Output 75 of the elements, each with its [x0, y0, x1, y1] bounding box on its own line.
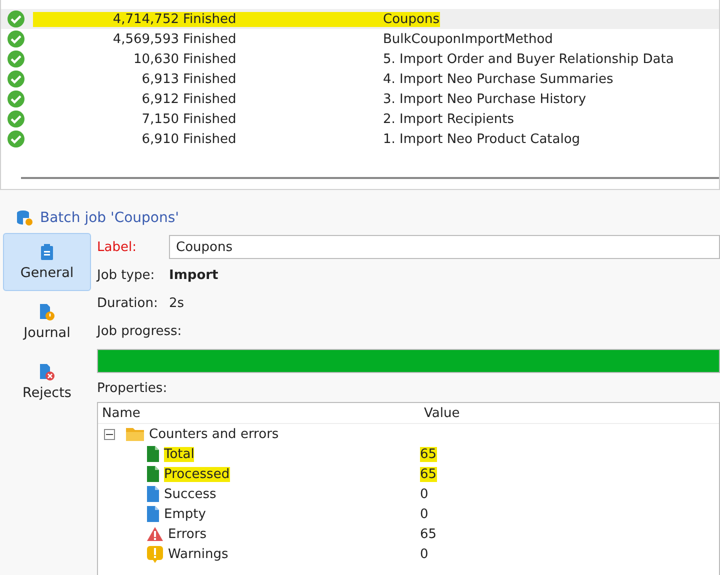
- job-row[interactable]: 4,569,593 Finished BulkCouponImportMethod: [1, 29, 719, 49]
- job-label: 4. Import Neo Purchase Summaries: [383, 72, 614, 86]
- exclamation-icon: [146, 545, 164, 563]
- tree-item[interactable]: Success: [164, 486, 216, 502]
- job-label: 3. Import Neo Purchase History: [383, 92, 586, 106]
- value-cell: 0: [420, 546, 428, 562]
- database-gear-icon: [16, 209, 34, 227]
- job-label: 5. Import Order and Buyer Relationship Data: [383, 52, 674, 66]
- panel-title: Batch job 'Coupons': [40, 210, 180, 226]
- check-circle-icon: [7, 30, 25, 48]
- duration-value: 2s: [169, 296, 184, 310]
- tree-item[interactable]: Warnings: [168, 546, 228, 562]
- job-count: 7,150: [140, 112, 180, 126]
- column-header[interactable]: Value: [422, 406, 460, 420]
- tree-item[interactable]: Errors: [168, 526, 206, 542]
- check-circle-icon: [7, 110, 25, 128]
- job-row[interactable]: 4,714,752 Finished Coupons: [1, 9, 719, 29]
- job-row[interactable]: 7,150 Finished 2. Import Recipients: [1, 109, 719, 129]
- job-label: 2. Import Recipients: [383, 112, 514, 126]
- document-icon: [146, 445, 160, 463]
- value-cell: 65: [420, 526, 437, 542]
- tree-item[interactable]: Total: [164, 446, 194, 462]
- check-circle-icon: [7, 90, 25, 108]
- field-label: Label:: [97, 240, 138, 254]
- check-circle-icon: [7, 130, 25, 148]
- job-row[interactable]: 6,913 Finished 4. Import Neo Purchase Summaries: [1, 69, 719, 89]
- job-count: 10,630: [132, 52, 180, 66]
- warning-triangle-icon: [146, 526, 164, 542]
- job-count: 6,910: [140, 132, 180, 146]
- check-circle-icon: [7, 10, 25, 28]
- job-label: 1. Import Neo Product Catalog: [383, 132, 580, 146]
- job-row[interactable]: 6,912 Finished 3. Import Neo Purchase History: [1, 89, 719, 109]
- document-icon: [146, 465, 160, 483]
- folder-icon: [125, 426, 145, 442]
- job-count: 6,912: [140, 92, 180, 106]
- job-label: Coupons: [383, 12, 440, 26]
- tree-item[interactable]: Counters and errors: [149, 426, 279, 442]
- document-icon: [146, 485, 160, 503]
- field-label: Job progress:: [97, 324, 182, 338]
- value-cell: 0: [420, 506, 428, 522]
- tree-item[interactable]: Processed: [164, 466, 230, 482]
- job-count: 6,913: [140, 72, 180, 86]
- value-cell: 65: [420, 446, 437, 462]
- document-warning-icon: [39, 303, 55, 321]
- side-tab[interactable]: General: [3, 233, 91, 291]
- scrollbar[interactable]: [21, 177, 719, 179]
- collapse-toggle[interactable]: [104, 428, 115, 440]
- job-status: Finished: [183, 12, 383, 26]
- job-status: Finished: [183, 132, 238, 146]
- check-circle-icon: [7, 70, 25, 88]
- value-cell: 0: [420, 486, 428, 502]
- job-status: Finished: [183, 92, 238, 106]
- label-input[interactable]: Coupons: [169, 235, 720, 259]
- job-status: Finished: [183, 112, 238, 126]
- job-status: Finished: [183, 52, 238, 66]
- side-tab[interactable]: Journal: [3, 293, 91, 351]
- tree-item[interactable]: Empty: [164, 506, 206, 522]
- job-row[interactable]: 10,630 Finished 5. Import Order and Buyer Relationship Data: [1, 49, 719, 69]
- job-status: Finished: [183, 32, 238, 46]
- field-label: Job type:: [97, 268, 156, 282]
- field-label: Properties:: [97, 381, 168, 396]
- job-type-value: Import: [169, 268, 218, 282]
- job-count: 4,714,752: [33, 12, 183, 26]
- job-row[interactable]: 6,910 Finished 1. Import Neo Product Catalog: [1, 129, 719, 149]
- job-status: Finished: [183, 72, 238, 86]
- column-header[interactable]: Name: [100, 406, 140, 420]
- job-label: BulkCouponImportMethod: [383, 32, 553, 46]
- side-tab[interactable]: Rejects: [3, 353, 91, 411]
- document-error-icon: [39, 363, 55, 381]
- document-icon: [146, 505, 160, 523]
- clipboard-icon: [40, 243, 54, 261]
- job-count: 4,569,593: [112, 32, 180, 46]
- check-circle-icon: [7, 50, 25, 68]
- value-cell: 65: [420, 466, 437, 482]
- field-label: Duration:: [97, 296, 159, 310]
